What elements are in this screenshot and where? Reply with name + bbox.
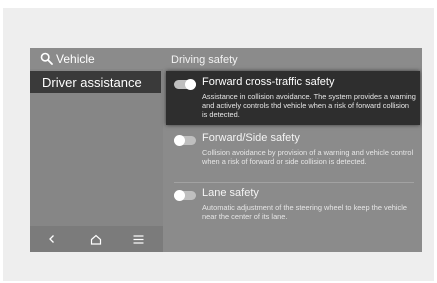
toggle-switch[interactable] [174, 79, 196, 90]
home-button[interactable] [76, 226, 116, 252]
setting-lane-safety[interactable]: Lane safety Automatic adjustment of the … [166, 186, 420, 226]
setting-title: Forward/Side safety [202, 132, 300, 144]
sidebar: Driver assistance [30, 69, 163, 252]
back-icon [49, 235, 54, 243]
infotainment-screen: Vehicle Driving safety Driver assistance [30, 48, 422, 252]
search-icon[interactable] [40, 52, 53, 65]
menu-button[interactable] [118, 226, 158, 252]
settings-list: Forward cross-traffic safety Assistance … [166, 69, 422, 252]
bottom-nav-bar [30, 226, 163, 252]
setting-forward-side-safety[interactable]: Forward/Side safety Collision avoidance … [166, 131, 420, 179]
home-icon [90, 234, 102, 245]
setting-description: Assistance in collision avoidance. The s… [202, 92, 416, 120]
toggle-switch[interactable] [174, 190, 196, 201]
toggle-knob [174, 190, 185, 201]
back-button[interactable] [32, 226, 72, 252]
setting-forward-cross-traffic-safety[interactable]: Forward cross-traffic safety Assistance … [166, 71, 420, 125]
section-title: Driving safety [171, 54, 238, 66]
sidebar-item-driver-assistance[interactable]: Driver assistance [30, 71, 161, 93]
toggle-switch[interactable] [174, 135, 196, 146]
setting-title: Lane safety [202, 187, 259, 199]
divider [174, 182, 414, 183]
header-bar: Vehicle Driving safety [30, 48, 422, 69]
sidebar-item-label: Driver assistance [42, 75, 142, 90]
toggle-knob [185, 79, 196, 90]
device-frame: Vehicle Driving safety Driver assistance [3, 8, 434, 281]
setting-title: Forward cross-traffic safety [202, 76, 335, 88]
toggle-knob [174, 135, 185, 146]
setting-description: Collision avoidance by provision of a wa… [202, 148, 414, 167]
vehicle-menu-label[interactable]: Vehicle [56, 52, 95, 66]
menu-icon [133, 234, 143, 244]
setting-description: Automatic adjustment of the steering whe… [202, 203, 408, 222]
